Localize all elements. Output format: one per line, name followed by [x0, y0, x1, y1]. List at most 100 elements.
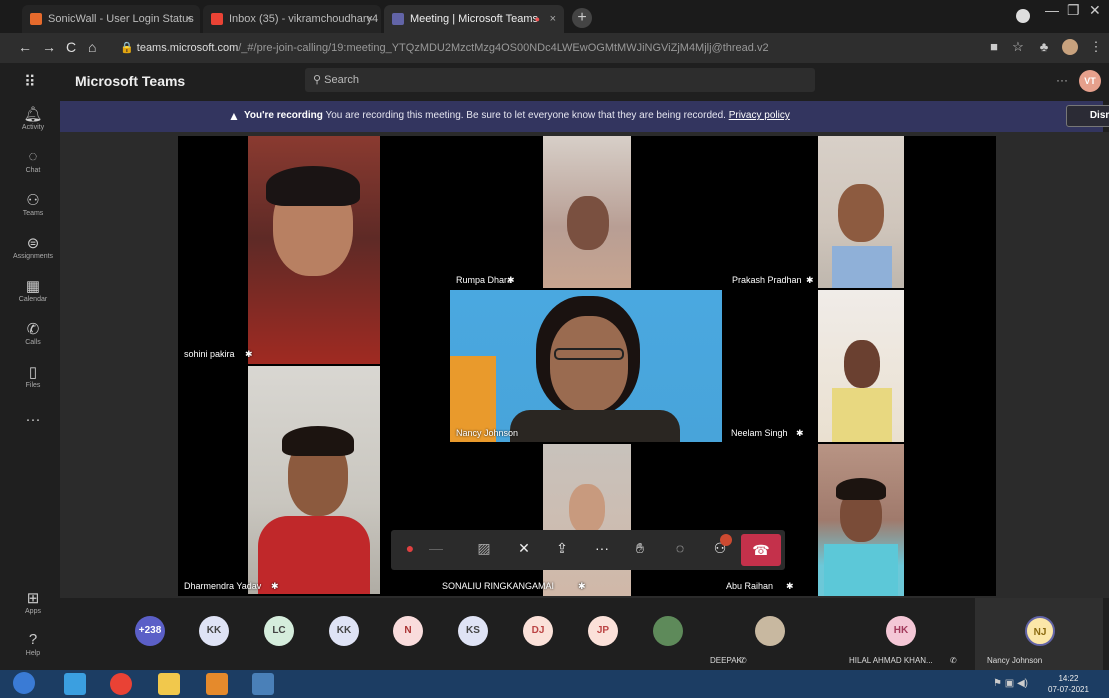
participant-name: Nancy Johnson — [456, 428, 519, 438]
avatar-photo[interactable] — [755, 616, 785, 646]
participant-shirt — [510, 410, 680, 442]
video-tile-sonaliu[interactable] — [543, 444, 631, 596]
tab-teams-meeting[interactable]: Meeting | Microsoft Teams ● × — [384, 5, 564, 33]
video-tile-dharmendra[interactable] — [248, 366, 380, 594]
avatar[interactable]: JP — [588, 616, 618, 646]
raise-hand-icon[interactable]: ✋︎ — [629, 540, 651, 557]
tab-inbox[interactable]: Inbox (35) - vikramchoudhary4 × — [203, 5, 381, 33]
app-window-icon[interactable] — [252, 673, 274, 695]
rail-item-apps[interactable]: ⊞ Apps — [0, 589, 66, 615]
user-avatar[interactable]: VT — [1079, 70, 1101, 92]
dismiss-button[interactable]: Dismiss — [1066, 105, 1109, 127]
video-tile-neelam[interactable] — [818, 290, 904, 442]
video-tile-nancy[interactable] — [450, 290, 722, 442]
avatar[interactable]: N — [393, 616, 423, 646]
avatar-photo[interactable] — [653, 616, 683, 646]
close-icon[interactable]: × — [367, 13, 373, 25]
participant-hair — [836, 478, 886, 500]
app-launcher-icon[interactable]: ⠿ — [24, 72, 36, 92]
rail-item-chat[interactable]: ◌ Chat — [0, 148, 66, 174]
video-tile-rumpa[interactable] — [543, 136, 631, 288]
avatar[interactable]: NJ — [1025, 616, 1055, 646]
reload-icon[interactable]: C — [66, 39, 76, 55]
participant-name: Prakash Pradhan — [732, 275, 802, 285]
close-icon[interactable]: × — [550, 13, 556, 25]
avatar[interactable]: DJ — [523, 616, 553, 646]
recording-dot-icon: ● — [534, 14, 540, 24]
bookmark-star-icon[interactable]: ☆ — [1010, 39, 1026, 55]
avatar[interactable]: KS — [458, 616, 488, 646]
overflow-count[interactable]: +238 — [135, 616, 165, 646]
avatar[interactable]: HK — [886, 616, 916, 646]
call-controls: ● — ▨ ✕ ⇪ ··· ✋︎ ◌ ⚇ ☎︎ — [391, 530, 785, 570]
participant-name: Abu Raihan — [726, 581, 774, 591]
forward-arrow-icon[interactable]: → — [42, 39, 56, 55]
chat-icon: ◌ — [28, 148, 38, 165]
video-tile-abu[interactable] — [818, 444, 904, 596]
mic-off-icon: ✱ — [796, 428, 804, 438]
participant-shirt — [832, 246, 892, 288]
participant-name: sohini pakira — [184, 349, 235, 359]
close-window-button[interactable]: ✕ — [1089, 2, 1101, 19]
profile-icon[interactable] — [1016, 9, 1030, 23]
camera-off-icon[interactable]: ▨ — [473, 540, 495, 557]
glasses-icon — [554, 348, 624, 360]
menu-dots-icon[interactable]: ⋮ — [1088, 39, 1104, 55]
home-icon[interactable]: ⌂ — [88, 39, 96, 55]
video-tile-prakash[interactable] — [818, 136, 904, 288]
start-button-icon[interactable] — [13, 672, 35, 694]
settings-more-icon[interactable]: ··· — [1056, 73, 1068, 87]
apps-icon: ⊞ — [26, 590, 40, 607]
more-actions-icon[interactable]: ··· — [591, 540, 613, 556]
close-icon[interactable]: × — [186, 13, 192, 25]
mic-off-icon: ✱ — [806, 275, 814, 285]
puzzle-icon[interactable]: ♣ — [1036, 39, 1052, 55]
hang-up-button[interactable]: ☎︎ — [741, 534, 781, 566]
avatar[interactable]: KK — [199, 616, 229, 646]
clock-time: 14:22 — [1058, 674, 1079, 683]
sonicwall-icon — [30, 13, 42, 25]
search-placeholder: Search — [324, 74, 359, 86]
ie-browser-icon[interactable] — [64, 673, 86, 695]
system-clock[interactable]: 14:22 07-07-2021 — [1048, 673, 1089, 695]
extension-icon[interactable]: ■ — [986, 39, 1002, 55]
rail-item-teams[interactable]: ⚇ Teams — [0, 191, 66, 217]
chat-bubble-icon[interactable]: ◌ — [669, 540, 691, 556]
lock-icon: 🔒 — [120, 42, 137, 54]
participant-hair — [266, 166, 360, 206]
rail-item-more[interactable]: ··· — [0, 411, 66, 429]
help-icon: ? — [28, 631, 38, 648]
chrome-icon[interactable] — [110, 673, 132, 695]
rail-item-assignments[interactable]: ⊜ Assignments — [0, 234, 66, 260]
rail-item-calls[interactable]: ✆ Calls — [0, 320, 66, 346]
teams-header: ⠿ Microsoft Teams ⚲ Search ··· VT — [0, 63, 1109, 99]
rail-item-help[interactable]: ? Help — [0, 631, 66, 657]
rail-item-calendar[interactable]: ▦ Calendar — [0, 277, 66, 303]
url-field[interactable]: 🔒 teams.microsoft.com/_#/pre-join-callin… — [112, 37, 952, 59]
search-input[interactable]: ⚲ Search — [305, 68, 815, 92]
mic-icon: ✆ — [950, 656, 957, 665]
maximize-button[interactable]: ❐ — [1067, 2, 1080, 19]
back-arrow-icon[interactable]: ← — [18, 39, 32, 55]
rail-item-files[interactable]: ▯ Files — [0, 363, 66, 389]
tab-title: SonicWall - User Login Status — [48, 13, 194, 25]
rail-item-activity[interactable]: 🔔︎ Activity — [0, 105, 66, 131]
assignments-icon: ⊜ — [26, 235, 40, 252]
minimize-button[interactable]: — — [1045, 2, 1059, 18]
system-tray-icon[interactable]: ⚑ ▣ ◀) — [993, 678, 1028, 689]
avatar[interactable]: LC — [264, 616, 294, 646]
privacy-policy-link[interactable]: Privacy policy — [729, 110, 790, 121]
avatar[interactable]: KK — [329, 616, 359, 646]
new-tab-button[interactable]: + — [572, 8, 592, 28]
participant-face — [838, 184, 884, 242]
hang-up-icon: ☎︎ — [752, 542, 770, 558]
profile-avatar-icon[interactable] — [1062, 39, 1078, 55]
video-tile-sohini[interactable] — [248, 136, 380, 364]
url-host: teams.microsoft.com — [136, 42, 239, 54]
mic-off-button-icon[interactable]: ✕ — [513, 540, 535, 557]
media-player-icon[interactable] — [206, 673, 228, 695]
tab-sonicwall[interactable]: SonicWall - User Login Status × — [22, 5, 200, 33]
file-explorer-icon[interactable] — [158, 673, 180, 695]
participant-hair — [282, 426, 354, 456]
share-screen-icon[interactable]: ⇪ — [551, 540, 573, 557]
